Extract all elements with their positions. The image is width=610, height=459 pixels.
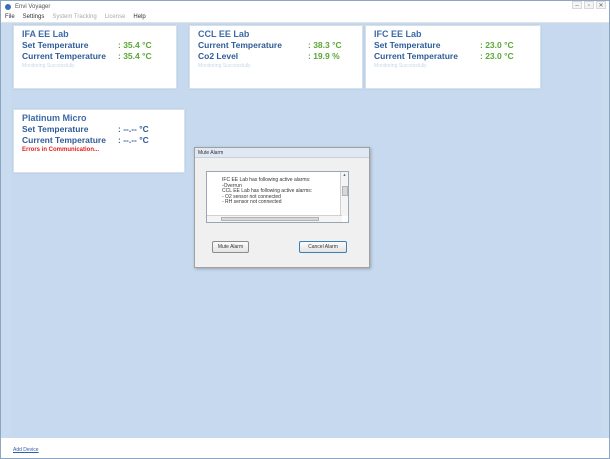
scrollbar-thumb[interactable]: [221, 217, 319, 221]
set-temperature-row: Set Temperature : 23.0 °C: [374, 40, 540, 50]
mute-alarm-dialog: Mute Alarm IFC EE Lab has following acti…: [194, 147, 370, 268]
row-label: Set Temperature: [374, 40, 441, 50]
menu-system-tracking[interactable]: System Tracking: [52, 14, 96, 20]
current-temperature-row: Current Temperature : 35.4 °C: [22, 51, 176, 61]
row-label: Current Temperature: [22, 51, 106, 61]
row-value: : 35.4 °C: [118, 51, 152, 61]
row-label: Set Temperature: [22, 40, 89, 50]
window-controls: – ▫ ✕: [572, 1, 606, 9]
device-card-ifa-ee-lab[interactable]: IFA EE Lab Set Temperature : 35.4 °C Cur…: [13, 25, 177, 89]
status-text: Monitoring Successfully: [374, 63, 427, 69]
card-title: CCL EE Lab: [198, 29, 250, 39]
vertical-scrollbar[interactable]: ▲: [340, 172, 348, 216]
status-bar: Add Device: [1, 438, 609, 458]
add-device-link[interactable]: Add Device: [13, 447, 39, 453]
row-value: : 38.3 °C: [308, 40, 342, 50]
horizontal-scrollbar[interactable]: [207, 215, 342, 222]
scrollbar-thumb[interactable]: [342, 186, 348, 196]
row-value: : 23.0 °C: [480, 40, 514, 50]
current-temperature-row: Current Temperature : --.-- °C: [22, 135, 184, 145]
card-title: IFA EE Lab: [22, 29, 69, 39]
app-logo-icon: [5, 3, 11, 10]
menu-help[interactable]: Help: [133, 14, 145, 20]
card-title: IFC EE Lab: [374, 29, 422, 39]
app-window: Envi Voyager – ▫ ✕ File Settings System …: [0, 0, 610, 459]
row-label: Current Temperature: [374, 51, 458, 61]
row-value: : 19.9 %: [308, 51, 340, 61]
window-title: Envi Voyager: [15, 3, 51, 10]
cancel-alarm-button[interactable]: Cancel Alarm: [299, 241, 347, 253]
status-text: Monitoring Successfully: [22, 63, 75, 69]
device-card-ccl-ee-lab[interactable]: CCL EE Lab Current Temperature : 38.3 °C…: [189, 25, 363, 89]
row-label: Current Temperature: [198, 40, 282, 50]
scroll-up-icon[interactable]: ▲: [341, 172, 348, 178]
current-temperature-row: Current Temperature : 38.3 °C: [198, 40, 362, 50]
mute-alarm-button[interactable]: Mute Alarm: [212, 241, 249, 253]
alarm-message-list[interactable]: IFC EE Lab has following active alarms: …: [206, 171, 349, 223]
alarm-message: - RH sensor not connected: [222, 199, 282, 205]
maximize-button[interactable]: ▫: [584, 1, 594, 9]
status-text: Monitoring Successfully: [198, 63, 251, 69]
menu-file[interactable]: File: [5, 14, 15, 20]
minimize-button[interactable]: –: [572, 1, 582, 9]
row-value: : --.-- °C: [118, 135, 149, 145]
device-card-platinum-micro[interactable]: Platinum Micro Set Temperature : --.-- °…: [13, 109, 185, 173]
error-status-text: Errors in Communication...: [22, 147, 100, 153]
row-value: : 35.4 °C: [118, 40, 152, 50]
device-card-ifc-ee-lab[interactable]: IFC EE Lab Set Temperature : 23.0 °C Cur…: [365, 25, 541, 89]
close-button[interactable]: ✕: [596, 1, 606, 9]
title-bar: Envi Voyager – ▫ ✕: [1, 1, 609, 12]
row-label: Set Temperature: [22, 124, 89, 134]
menu-settings[interactable]: Settings: [23, 14, 45, 20]
menu-bar: File Settings System Tracking License He…: [1, 12, 609, 23]
dialog-title: Mute Alarm: [195, 148, 369, 158]
row-label: Current Temperature: [22, 135, 106, 145]
row-label: Co2 Level: [198, 51, 239, 61]
menu-license[interactable]: License: [105, 14, 126, 20]
row-value: : --.-- °C: [118, 124, 149, 134]
current-temperature-row: Current Temperature : 23.0 °C: [374, 51, 540, 61]
set-temperature-row: Set Temperature : 35.4 °C: [22, 40, 176, 50]
co2-level-row: Co2 Level : 19.9 %: [198, 51, 362, 61]
set-temperature-row: Set Temperature : --.-- °C: [22, 124, 184, 134]
card-title: Platinum Micro: [22, 113, 87, 123]
row-value: : 23.0 °C: [480, 51, 514, 61]
